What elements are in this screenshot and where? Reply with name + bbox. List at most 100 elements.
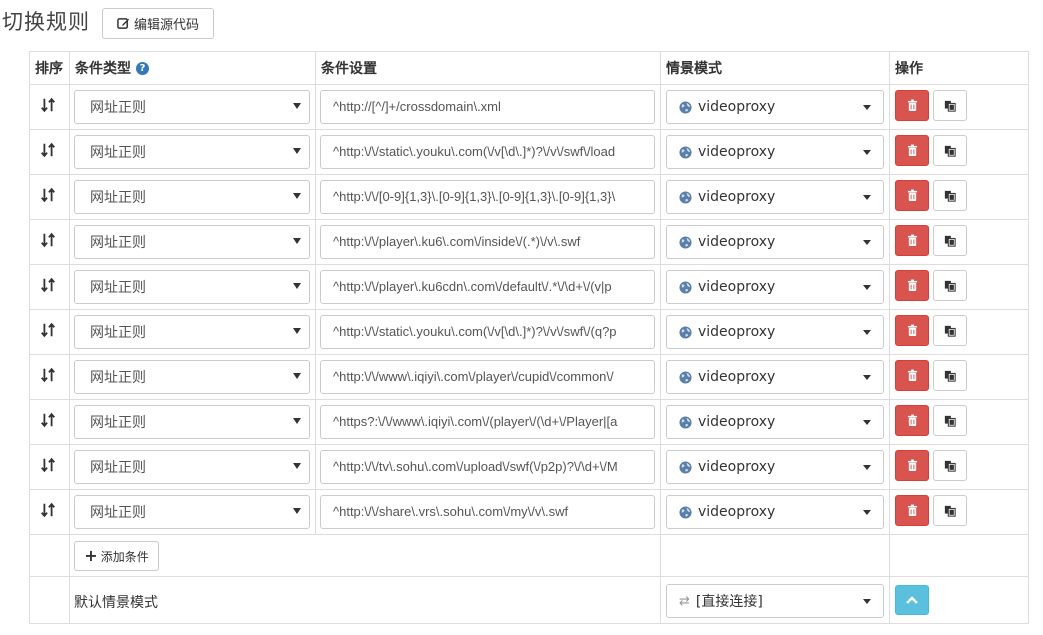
copy-icon	[944, 235, 956, 247]
sort-handle-icon[interactable]	[39, 231, 59, 251]
delete-button[interactable]	[895, 270, 929, 301]
profile-select[interactable]: videoproxy	[666, 270, 884, 304]
row-divider	[29, 309, 1029, 310]
copy-icon	[944, 100, 956, 112]
condition-pattern-input[interactable]: ^http:\/\/share\.vrs\.sohu\.com\/my\/v\.…	[320, 495, 655, 529]
caret-down-icon	[863, 330, 871, 335]
condition-type-value: 网址正则	[90, 325, 146, 341]
profile-value: videoproxy	[698, 369, 776, 385]
condition-pattern-input[interactable]: ^http:\/\/[0-9]{1,3}\.[0-9]{1,3}\.[0-9]{…	[320, 180, 655, 214]
column-header-condition-type: 条件类型 ?	[70, 51, 315, 85]
condition-pattern-input[interactable]: ^http:\/\/tv\.sohu\.com\/upload\/swf(\/p…	[320, 450, 655, 484]
duplicate-button[interactable]	[933, 405, 967, 436]
delete-button[interactable]	[895, 180, 929, 211]
condition-pattern-input[interactable]: ^http://[^/]+/crossdomain\.xml	[320, 90, 655, 124]
condition-type-select[interactable]: 网址正则	[74, 180, 310, 214]
delete-button[interactable]	[895, 225, 929, 256]
duplicate-button[interactable]	[933, 270, 967, 301]
condition-type-select[interactable]: 网址正则	[74, 315, 310, 349]
sort-handle-icon[interactable]	[39, 411, 59, 431]
condition-type-select[interactable]: 网址正则	[74, 90, 310, 124]
edit-source-button[interactable]: 编辑源代码	[102, 8, 214, 39]
delete-button[interactable]	[895, 495, 929, 526]
delete-button[interactable]	[895, 360, 929, 391]
sort-handle-icon[interactable]	[39, 501, 59, 521]
duplicate-button[interactable]	[933, 450, 967, 481]
condition-pattern-input[interactable]: ^http:\/\/player\.ku6\.com\/inside\/(.*)…	[320, 225, 655, 259]
duplicate-button[interactable]	[933, 495, 967, 526]
dropdown-arrow-icon	[293, 328, 301, 334]
column-header-actions: 操作	[895, 61, 923, 77]
column-header-condition-setting: 条件设置	[321, 61, 377, 77]
condition-type-select[interactable]: 网址正则	[74, 450, 310, 484]
condition-type-select[interactable]: 网址正则	[74, 495, 310, 529]
profile-select[interactable]: videoproxy	[666, 225, 884, 259]
profile-select[interactable]: videoproxy	[666, 315, 884, 349]
row-divider	[29, 354, 1029, 355]
row-divider	[29, 174, 1029, 175]
sort-handle-icon[interactable]	[39, 321, 59, 341]
add-divider	[29, 576, 1029, 577]
condition-type-value: 网址正则	[90, 190, 146, 206]
trash-icon	[907, 459, 918, 472]
swap-icon: ⇄	[679, 593, 690, 609]
profile-select[interactable]: videoproxy	[666, 90, 884, 124]
profile-select[interactable]: videoproxy	[666, 135, 884, 169]
default-profile-select[interactable]: ⇄ [直接连接]	[666, 584, 884, 618]
condition-pattern-input[interactable]: ^http:\/\/www\.iqiyi\.com\/player\/cupid…	[320, 360, 655, 394]
delete-button[interactable]	[895, 135, 929, 166]
trash-icon	[907, 99, 918, 112]
condition-pattern-input[interactable]: ^https?:\/\/www\.iqiyi\.com\/(player\/(\…	[320, 405, 655, 439]
sort-handle-icon[interactable]	[39, 141, 59, 161]
sort-handle-icon[interactable]	[39, 186, 59, 206]
caret-down-icon	[863, 285, 871, 290]
page-title: 切换规则	[2, 10, 90, 34]
condition-pattern-input[interactable]: ^http:\/\/static\.youku\.com(\/v[\d\.]*)…	[320, 135, 655, 169]
duplicate-button[interactable]	[933, 225, 967, 256]
delete-button[interactable]	[895, 450, 929, 481]
dropdown-arrow-icon	[293, 148, 301, 154]
profile-value: videoproxy	[698, 99, 776, 115]
profile-select[interactable]: videoproxy	[666, 180, 884, 214]
duplicate-button[interactable]	[933, 180, 967, 211]
profile-value: videoproxy	[698, 279, 776, 295]
profile-select[interactable]: videoproxy	[666, 495, 884, 529]
profile-value: videoproxy	[698, 459, 776, 475]
plus-icon: +	[84, 546, 98, 565]
globe-icon	[679, 460, 698, 474]
caret-down-icon	[863, 420, 871, 425]
dropdown-arrow-icon	[293, 463, 301, 469]
scroll-up-button[interactable]	[895, 585, 929, 615]
row-divider	[29, 219, 1029, 220]
duplicate-button[interactable]	[933, 360, 967, 391]
help-icon[interactable]: ?	[136, 61, 149, 75]
trash-icon	[907, 279, 918, 292]
duplicate-button[interactable]	[933, 315, 967, 346]
column-header-sort: 排序	[35, 61, 63, 77]
copy-icon	[944, 190, 956, 202]
condition-pattern-input[interactable]: ^http:\/\/static\.youku\.com(\/v[\d\.]*)…	[320, 315, 655, 349]
delete-button[interactable]	[895, 90, 929, 121]
condition-type-select[interactable]: 网址正则	[74, 360, 310, 394]
profile-select[interactable]: videoproxy	[666, 360, 884, 394]
condition-type-select[interactable]: 网址正则	[74, 270, 310, 304]
sort-handle-icon[interactable]	[39, 366, 59, 386]
table-row: 网址正则 ^http:\/\/static\.youku\.com(\/v[\d\…	[29, 130, 1029, 175]
sort-handle-icon[interactable]	[39, 96, 59, 116]
condition-type-select[interactable]: 网址正则	[74, 135, 310, 169]
delete-button[interactable]	[895, 405, 929, 436]
profile-select[interactable]: videoproxy	[666, 450, 884, 484]
profile-select[interactable]: videoproxy	[666, 405, 884, 439]
sort-handle-icon[interactable]	[39, 276, 59, 296]
add-condition-button[interactable]: + 添加条件	[74, 541, 159, 571]
trash-icon	[907, 144, 918, 157]
sort-handle-icon[interactable]	[39, 456, 59, 476]
duplicate-button[interactable]	[933, 135, 967, 166]
globe-icon	[679, 505, 698, 519]
profile-value: videoproxy	[698, 189, 776, 205]
condition-type-select[interactable]: 网址正则	[74, 225, 310, 259]
duplicate-button[interactable]	[933, 90, 967, 121]
condition-pattern-input[interactable]: ^http:\/\/player\.ku6cdn\.com\/default\/…	[320, 270, 655, 304]
condition-type-select[interactable]: 网址正则	[74, 405, 310, 439]
delete-button[interactable]	[895, 315, 929, 346]
